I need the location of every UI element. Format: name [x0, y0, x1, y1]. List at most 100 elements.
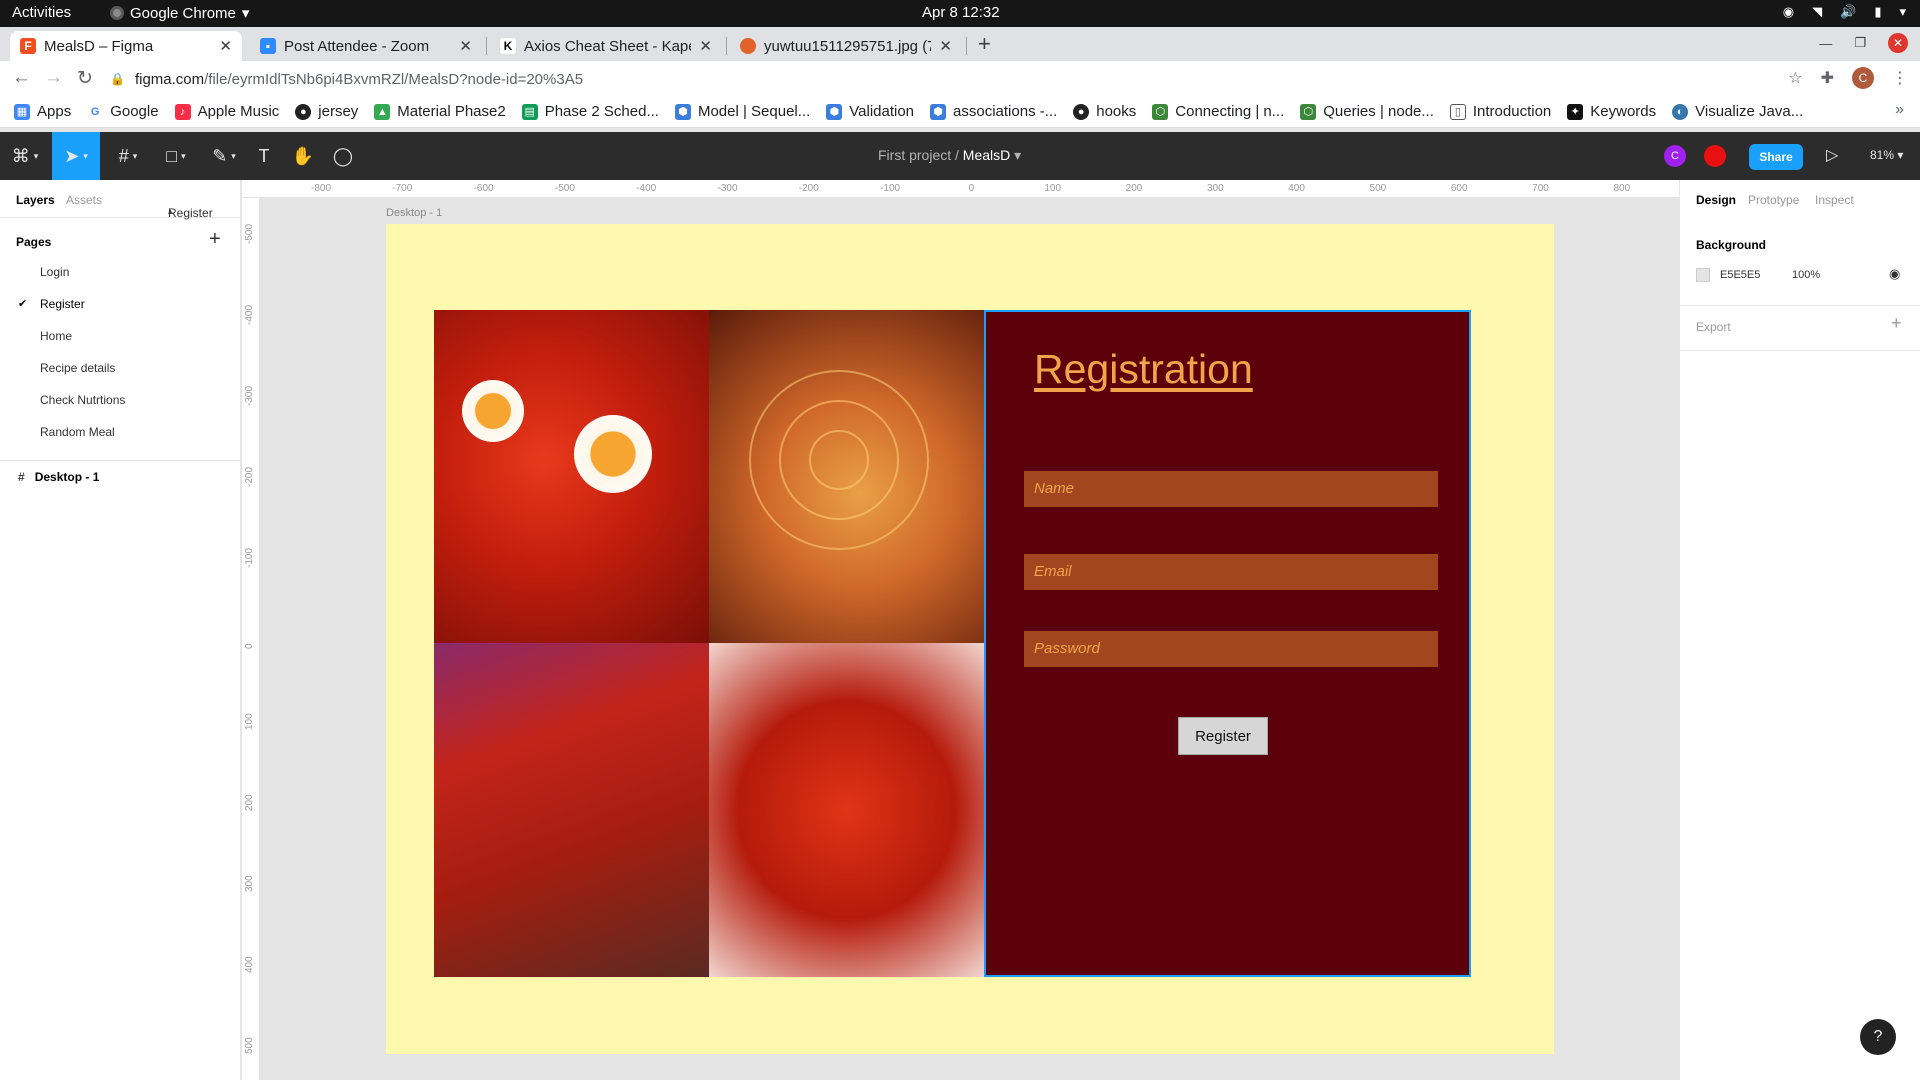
food-photo-fries[interactable] — [434, 643, 709, 977]
tab-assets[interactable]: Assets — [66, 193, 102, 207]
tab-inspect[interactable]: Inspect — [1815, 193, 1854, 207]
page-item-register[interactable]: Register — [40, 297, 85, 311]
bookmark-material-phase2[interactable]: ▲ Material Phase2 — [374, 103, 506, 120]
page-item-login[interactable]: Login — [40, 265, 69, 279]
system-tray[interactable]: ◉ ◥ 🔊 ▮ ▾ — [1783, 4, 1906, 20]
bookmark-keywords[interactable]: ✦ Keywords — [1567, 103, 1656, 120]
minimize-icon[interactable]: — — [1819, 36, 1832, 51]
bookmark-label: hooks — [1096, 103, 1137, 120]
eye-icon[interactable]: ◉ — [1889, 266, 1900, 282]
close-icon[interactable]: ✕ — [939, 37, 952, 55]
bookmark-jersey[interactable]: ● jersey — [295, 103, 358, 120]
activities-button[interactable]: Activities — [12, 4, 71, 21]
restore-icon[interactable]: ❐ — [1854, 35, 1866, 51]
bookmark-associations[interactable]: ⬢ associations -... — [930, 103, 1057, 120]
node-icon: ⬡ — [1152, 103, 1169, 120]
chevron-down-icon: ▾ — [33, 150, 39, 161]
page-item-recipe-details[interactable]: Recipe details — [40, 361, 115, 375]
bookmark-visualize-java[interactable]: ◐ Visualize Java... — [1672, 103, 1803, 120]
food-photo-ramen[interactable] — [709, 310, 984, 643]
chevron-down-icon: ▾ — [132, 150, 138, 161]
register-button[interactable]: Register — [1178, 717, 1268, 755]
tab-prototype[interactable]: Prototype — [1748, 193, 1799, 207]
background-opacity-input[interactable]: 100% — [1792, 269, 1820, 281]
food-photo-tteokbokki[interactable] — [434, 310, 709, 643]
close-icon[interactable]: ✕ — [219, 37, 232, 55]
pen-tool[interactable]: ✎ ▾ — [204, 132, 244, 180]
frame-label[interactable]: Desktop - 1 — [386, 207, 442, 219]
tab-figma[interactable]: F MealsD – Figma ✕ — [10, 31, 242, 61]
text-tool[interactable]: T — [250, 132, 278, 180]
help-button[interactable]: ? — [1860, 1019, 1896, 1055]
new-tab-button[interactable]: + — [978, 31, 991, 57]
clock[interactable]: Apr 8 12:32 — [922, 4, 1000, 21]
reload-icon[interactable]: ↻ — [77, 67, 93, 90]
horizontal-ruler: -800 -700 -600 -500 -400 -300 -200 -100 0 100 200 3… — [242, 180, 1679, 198]
page-item-home[interactable]: Home — [40, 329, 72, 343]
page-item-check-nutrtions[interactable]: Check Nutrtions — [40, 393, 125, 407]
chevron-double-right-icon[interactable]: » — [1895, 101, 1904, 119]
collaborator-avatar[interactable]: C — [1664, 145, 1686, 167]
food-photo-grid[interactable] — [434, 310, 984, 977]
background-color-swatch[interactable] — [1696, 268, 1710, 282]
bookmark-introduction[interactable]: ▯ Introduction — [1449, 103, 1551, 120]
bookmark-google[interactable]: G Google — [87, 103, 159, 120]
layer-item-desktop-1[interactable]: # Desktop - 1 — [18, 470, 99, 484]
bookmark-hooks[interactable]: ● hooks — [1073, 103, 1136, 120]
profile-avatar[interactable]: C — [1852, 67, 1874, 89]
present-play-icon[interactable]: ▷ — [1826, 145, 1838, 165]
food-photo-chicken[interactable] — [709, 643, 984, 977]
comment-tool[interactable]: ◯ — [328, 132, 358, 180]
add-export-icon[interactable]: + — [1891, 313, 1902, 334]
ruler-tick-label: 800 — [1613, 183, 1631, 194]
password-field[interactable]: Password — [1024, 631, 1438, 667]
figma-main-menu[interactable]: ⌘ ▾ — [0, 132, 50, 180]
app-menu[interactable]: Google Chrome ▾ — [110, 4, 249, 22]
name-placeholder: Name — [1034, 480, 1075, 497]
bookmark-validation[interactable]: ⬢ Validation — [826, 103, 914, 120]
ruler-tick-label: -500 — [554, 183, 575, 194]
bookmark-model-sequelize[interactable]: ⬢ Model | Sequel... — [674, 103, 810, 120]
star-icon[interactable]: ☆ — [1788, 68, 1802, 88]
zoom-dropdown[interactable]: 81% ▾ — [1870, 148, 1903, 162]
close-icon[interactable]: ✕ — [699, 37, 712, 55]
ruler-tick-label: 400 — [1288, 183, 1305, 194]
volume-icon: 🔊 — [1840, 4, 1857, 19]
bookmark-apple-music[interactable]: ♪ Apple Music — [174, 103, 279, 120]
file-name[interactable]: MealsD — [963, 147, 1010, 163]
url-input[interactable]: 🔒 figma.com/file/eyrmIdlTsNb6pi4BxvmRZl/… — [110, 65, 1790, 93]
more-vert-icon[interactable]: ⋮ — [1892, 68, 1908, 88]
hand-tool[interactable]: ✋ — [288, 132, 318, 180]
collaborator-avatar[interactable] — [1704, 145, 1726, 167]
bookmark-queries[interactable]: ⬡ Queries | node... — [1300, 103, 1434, 120]
pen-icon: ✎ — [212, 145, 228, 166]
move-tool[interactable]: ➤ ▾ — [52, 132, 100, 180]
frame-hash-icon: # — [18, 470, 25, 484]
email-field[interactable]: Email — [1024, 554, 1438, 590]
tab-zoom[interactable]: ▪ Post Attendee - Zoom ✕ — [250, 31, 482, 61]
tab-design[interactable]: Design — [1696, 193, 1736, 207]
bookmark-phase2-sched[interactable]: ▤ Phase 2 Sched... — [521, 103, 659, 120]
background-hex-input[interactable]: E5E5E5 — [1720, 269, 1760, 281]
tab-axios[interactable]: K Axios Cheat Sheet - Kapeli ✕ — [490, 31, 722, 61]
bookmark-connecting[interactable]: ⬡ Connecting | n... — [1152, 103, 1284, 120]
name-field[interactable]: Name — [1024, 471, 1438, 507]
lock-icon[interactable]: 🔒 — [110, 72, 125, 86]
extensions-icon[interactable]: ✚ — [1821, 68, 1834, 88]
shape-tool[interactable]: □ ▾ — [156, 132, 196, 180]
registration-panel[interactable]: Registration Name Email Password Registe… — [984, 310, 1471, 977]
tab-layers[interactable]: Layers — [16, 193, 55, 207]
frame-tool[interactable]: # ▾ — [108, 132, 148, 180]
page-item-random-meal[interactable]: Random Meal — [40, 425, 115, 439]
close-icon[interactable]: ✕ — [459, 37, 472, 55]
document-breadcrumb[interactable]: First project / MealsD ▾ — [878, 147, 1021, 164]
discord-icon[interactable]: ◉ — [1783, 4, 1794, 20]
project-name[interactable]: First project — [878, 147, 951, 163]
bookmark-apps[interactable]: ▦ Apps — [14, 103, 71, 120]
share-button[interactable]: Share — [1749, 144, 1803, 170]
back-arrow-icon[interactable]: ← — [12, 67, 31, 89]
tab-image[interactable]: yuwtuu1511295751.jpg (7 ✕ — [730, 31, 962, 61]
forward-arrow-icon[interactable]: → — [44, 67, 63, 89]
close-window-icon[interactable]: ✕ — [1888, 33, 1908, 53]
add-page-icon[interactable]: + — [209, 228, 221, 251]
